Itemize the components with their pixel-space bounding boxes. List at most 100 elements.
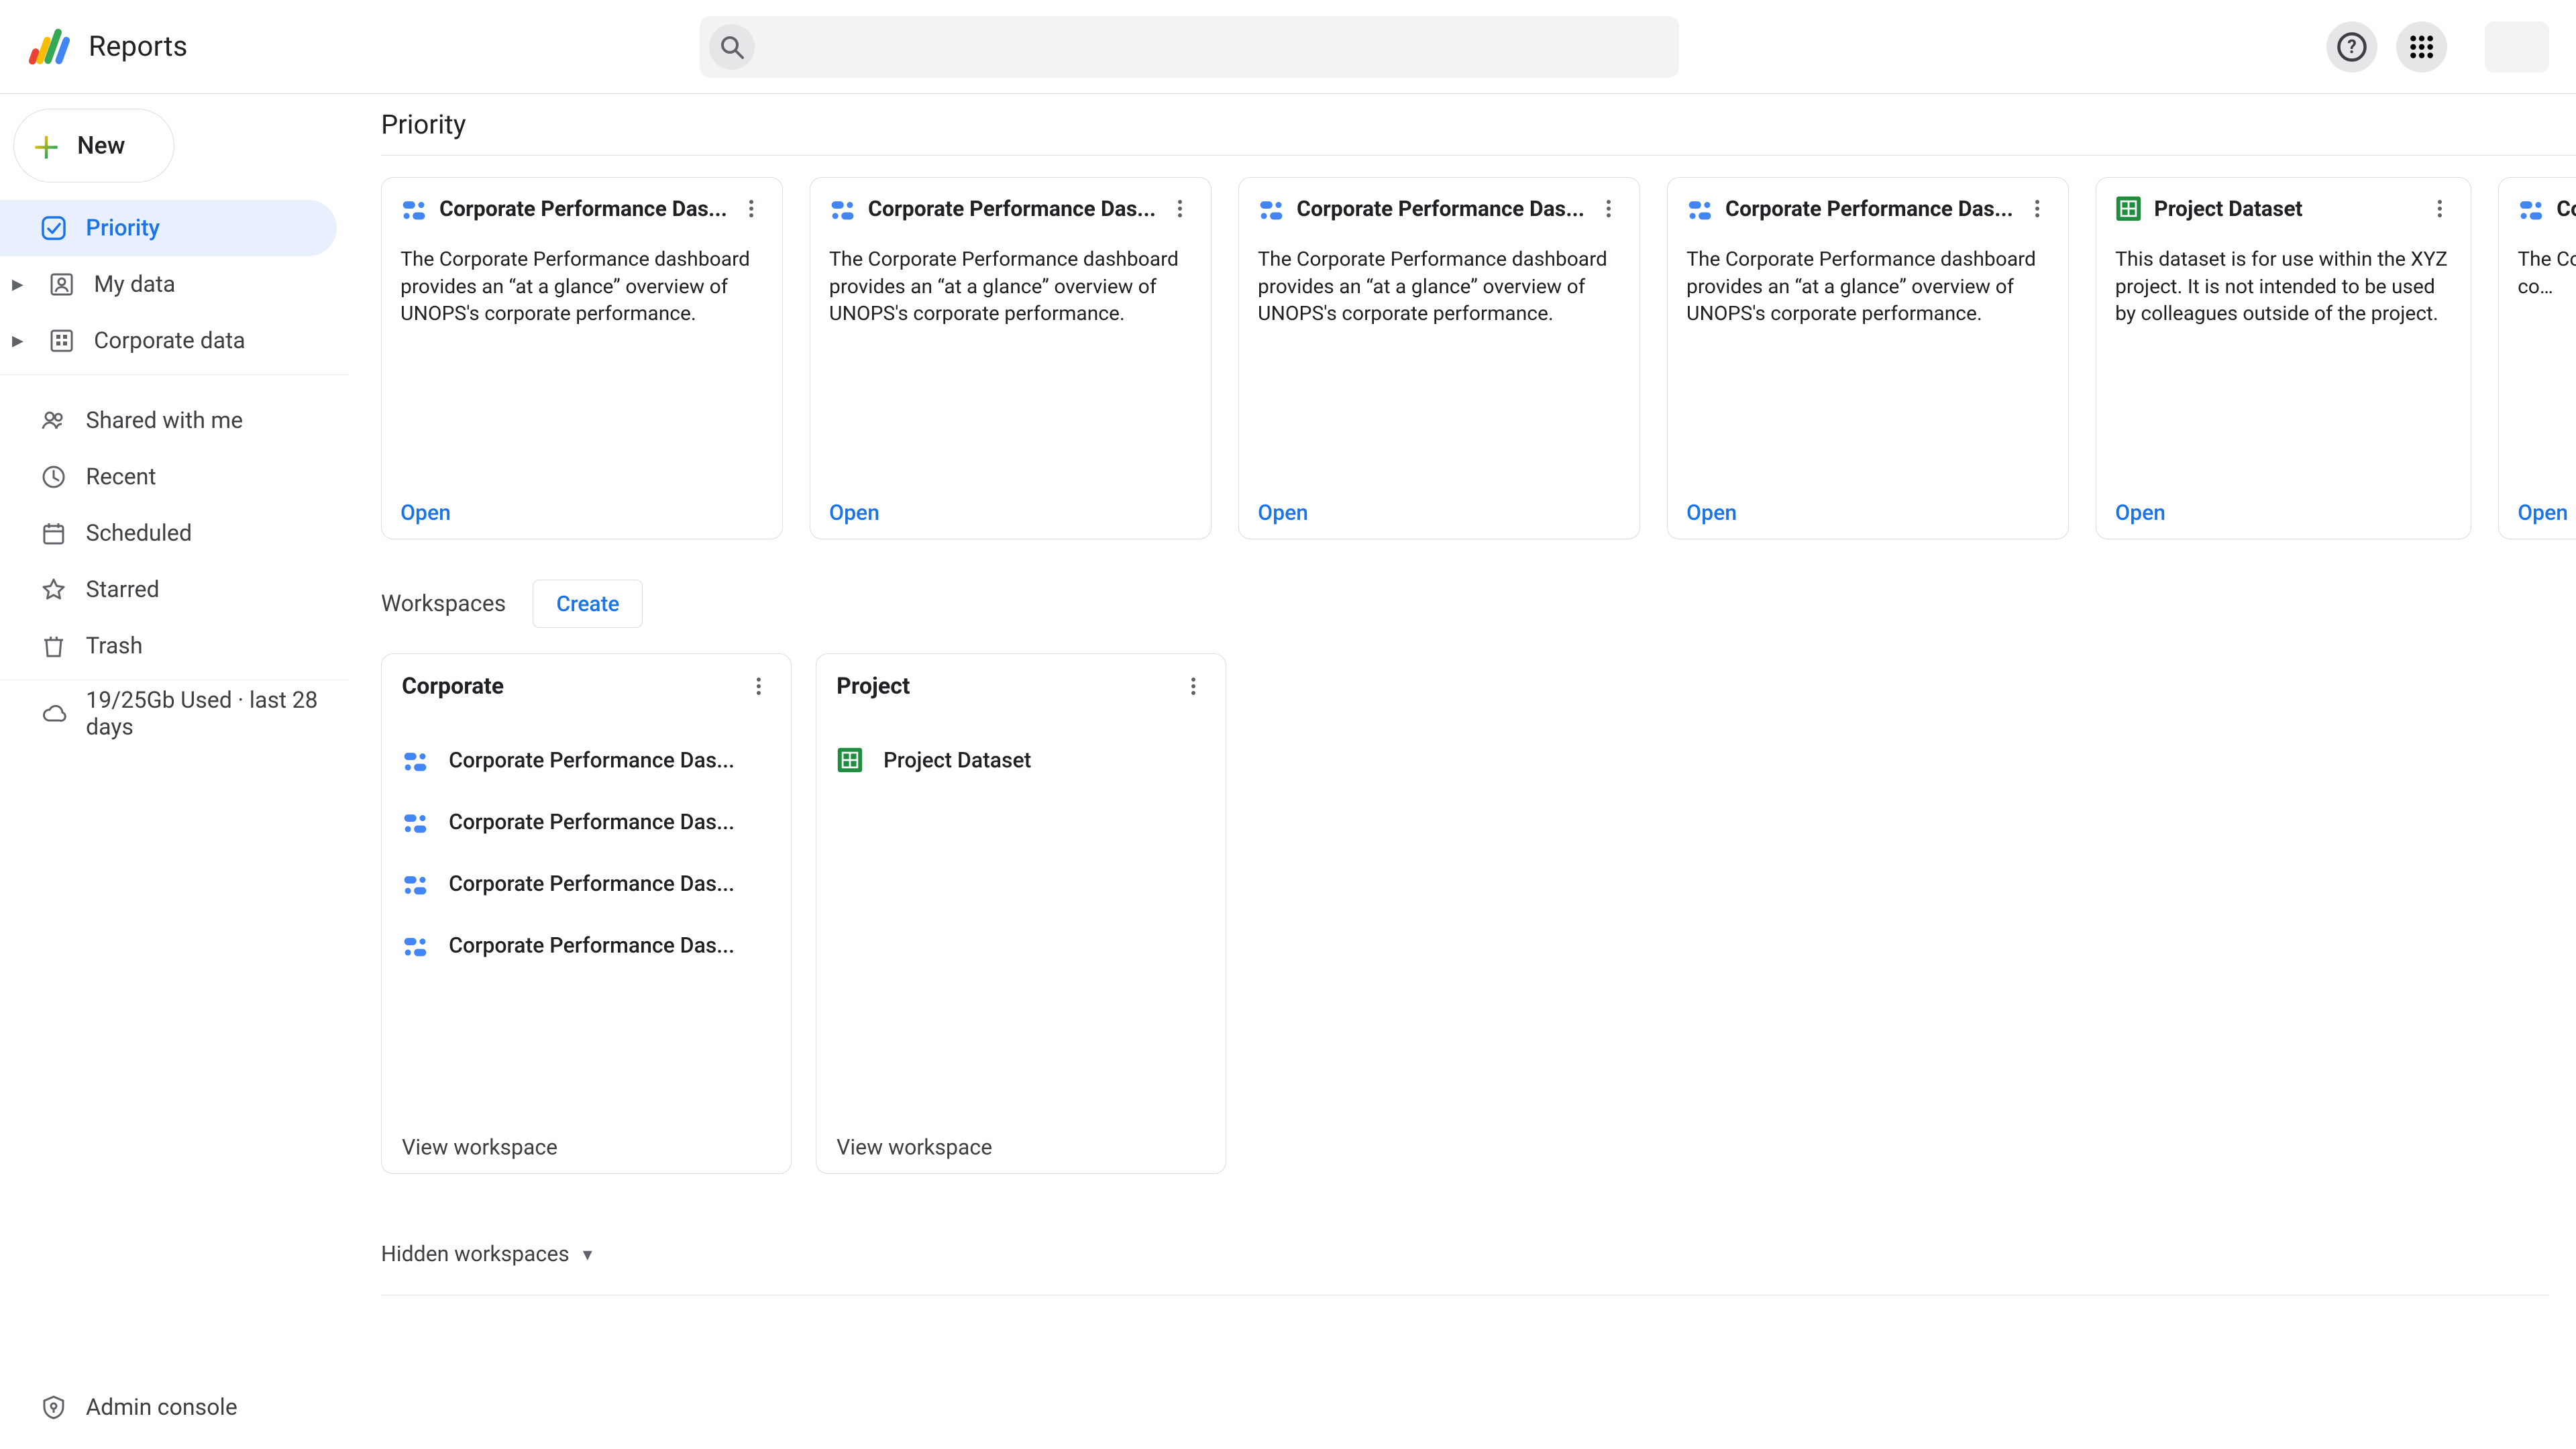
card-open-link[interactable]: Open	[829, 488, 1192, 525]
search-bar[interactable]	[700, 16, 1679, 78]
workspace-item[interactable]: Corporate Performance Das...	[402, 736, 771, 784]
chevron-down-icon: ▾	[583, 1243, 592, 1265]
main-content: Priority Corporate Performance Das... The…	[349, 94, 2576, 1449]
priority-card[interactable]: CorporThe Corpor… provides an… UNOPS's c…	[2498, 177, 2576, 539]
sidebar-item-storage[interactable]: 19/25Gb Used · last 28 days	[0, 686, 337, 742]
view-workspace-link[interactable]: View workspace	[837, 1126, 1205, 1160]
section-title: Priority	[381, 109, 2576, 156]
sidebar-item-starred[interactable]: Starred	[0, 561, 337, 618]
plus-icon: ＋	[32, 124, 61, 167]
card-open-link[interactable]: Open	[2518, 488, 2576, 525]
account-avatar[interactable]	[2485, 21, 2549, 72]
caret-right-icon[interactable]: ▶	[12, 276, 30, 293]
dashboard-icon	[1686, 195, 1713, 222]
workspace-item-label: Corporate Performance Das...	[449, 871, 735, 896]
workspace-item[interactable]: Project Dataset	[837, 736, 1205, 784]
priority-icon	[40, 215, 67, 241]
priority-card[interactable]: Corporate Performance Das... The Corporat…	[810, 177, 1212, 539]
card-description: The Corpor… provides an… UNOPS's co…	[2518, 246, 2576, 301]
card-title: Project Dataset	[2154, 196, 2416, 221]
card-description: The Corporate Performance dashboard prov…	[829, 246, 1192, 328]
card-description: The Corporate Performance dashboard prov…	[400, 246, 763, 328]
priority-card[interactable]: Corporate Performance Das...The Corporat…	[1238, 177, 1640, 539]
dashboard-icon	[402, 747, 429, 773]
card-open-link[interactable]: Open	[1258, 488, 1621, 525]
card-title: Corporate Performance Das...	[868, 196, 1156, 221]
hidden-workspaces-toggle[interactable]: Hidden workspaces ▾	[381, 1241, 2549, 1295]
card-open-link[interactable]: Open	[400, 488, 763, 525]
sidebar-item-label: Priority	[86, 215, 160, 241]
apps-button[interactable]	[2396, 21, 2447, 72]
sidebar-item-scheduled[interactable]: Scheduled	[0, 505, 337, 561]
people-icon	[40, 407, 67, 434]
sidebar: ＋ New Priority ▶ My data ▶ Corporate dat…	[0, 94, 349, 1449]
dashboard-icon	[402, 932, 429, 959]
workspace-card: Corporate Corporate Performance Das... Cor…	[381, 653, 792, 1174]
new-button-label: New	[77, 131, 125, 160]
workspace-card: Project Project Dataset View workspace	[816, 653, 1226, 1174]
sidebar-item-label: Trash	[86, 633, 143, 659]
cloud-icon	[40, 700, 67, 727]
help-button[interactable]	[2326, 21, 2377, 72]
sidebar-item-label: 19/25Gb Used · last 28 days	[86, 687, 323, 741]
card-more-button[interactable]	[1597, 197, 1621, 221]
workspace-more-button[interactable]	[747, 674, 771, 698]
card-open-link[interactable]: Open	[2115, 488, 2452, 525]
dashboard-icon	[402, 870, 429, 897]
sidebar-item-recent[interactable]: Recent	[0, 449, 337, 505]
sidebar-item-priority[interactable]: Priority	[0, 200, 337, 256]
card-more-button[interactable]	[2025, 197, 2049, 221]
new-button[interactable]: ＋ New	[13, 109, 174, 182]
priority-card[interactable]: Corporate Performance Das...The Corporat…	[381, 177, 783, 539]
dashboard-icon	[2518, 195, 2544, 222]
workspace-item-label: Project Dataset	[883, 747, 1031, 773]
workspace-title: Corporate	[402, 673, 747, 700]
create-workspace-button[interactable]: Create	[533, 580, 643, 628]
topbar: Reports	[0, 0, 2576, 94]
sidebar-item-label: Corporate data	[94, 327, 246, 354]
building-icon	[48, 327, 75, 354]
card-description: The Corporate Performance dashboard prov…	[1258, 246, 1621, 328]
app-logo-icon	[27, 25, 70, 68]
card-description: The Corporate Performance dashboard prov…	[1686, 246, 2049, 328]
dashboard-icon	[400, 195, 427, 222]
sidebar-item-label: Shared with me	[86, 407, 243, 434]
sidebar-item-label: My data	[94, 271, 176, 298]
topbar-actions	[2326, 21, 2549, 72]
caret-right-icon[interactable]: ▶	[12, 333, 30, 350]
admin-icon	[40, 1394, 67, 1421]
workspace-item[interactable]: Corporate Performance Das...	[402, 921, 771, 969]
priority-card[interactable]: Project DatasetThis dataset is for use w…	[2096, 177, 2471, 539]
dataset-icon	[837, 747, 863, 773]
workspace-item[interactable]: Corporate Performance Das...	[402, 798, 771, 846]
sidebar-primary-group: Priority ▶ My data ▶ Corporate data	[0, 200, 349, 375]
dashboard-icon	[1258, 195, 1285, 222]
dashboard-icon	[829, 195, 856, 222]
workspaces-row: Corporate Corporate Performance Das... Cor…	[381, 628, 2576, 1174]
workspace-item[interactable]: Corporate Performance Das...	[402, 859, 771, 908]
workspace-title: Project	[837, 673, 1181, 700]
sidebar-secondary-group: Shared with me Recent Scheduled Starred …	[0, 392, 349, 680]
workspace-item-label: Corporate Performance Das...	[449, 809, 735, 835]
sidebar-item-label: Admin console	[86, 1394, 237, 1421]
sidebar-item-label: Starred	[86, 576, 160, 603]
sidebar-item-admin[interactable]: Admin console	[0, 1379, 349, 1436]
priority-card[interactable]: Corporate Performance Das...The Corporat…	[1667, 177, 2069, 539]
sidebar-item-shared[interactable]: Shared with me	[0, 392, 337, 449]
workspace-more-button[interactable]	[1181, 674, 1205, 698]
search-input[interactable]	[755, 34, 1679, 60]
star-icon	[40, 576, 67, 603]
sidebar-item-my-data[interactable]: ▶ My data	[0, 256, 337, 313]
card-more-button[interactable]	[1168, 197, 1192, 221]
sidebar-item-label: Scheduled	[86, 520, 192, 547]
card-open-link[interactable]: Open	[1686, 488, 2049, 525]
card-more-button[interactable]	[2428, 197, 2452, 221]
search-icon[interactable]	[709, 24, 755, 70]
sidebar-item-corporate-data[interactable]: ▶ Corporate data	[0, 313, 337, 369]
sidebar-item-trash[interactable]: Trash	[0, 618, 337, 674]
trash-icon	[40, 633, 67, 659]
logo-block: Reports	[27, 25, 376, 68]
workspace-item-label: Corporate Performance Das...	[449, 932, 735, 958]
view-workspace-link[interactable]: View workspace	[402, 1126, 771, 1160]
card-more-button[interactable]	[739, 197, 763, 221]
